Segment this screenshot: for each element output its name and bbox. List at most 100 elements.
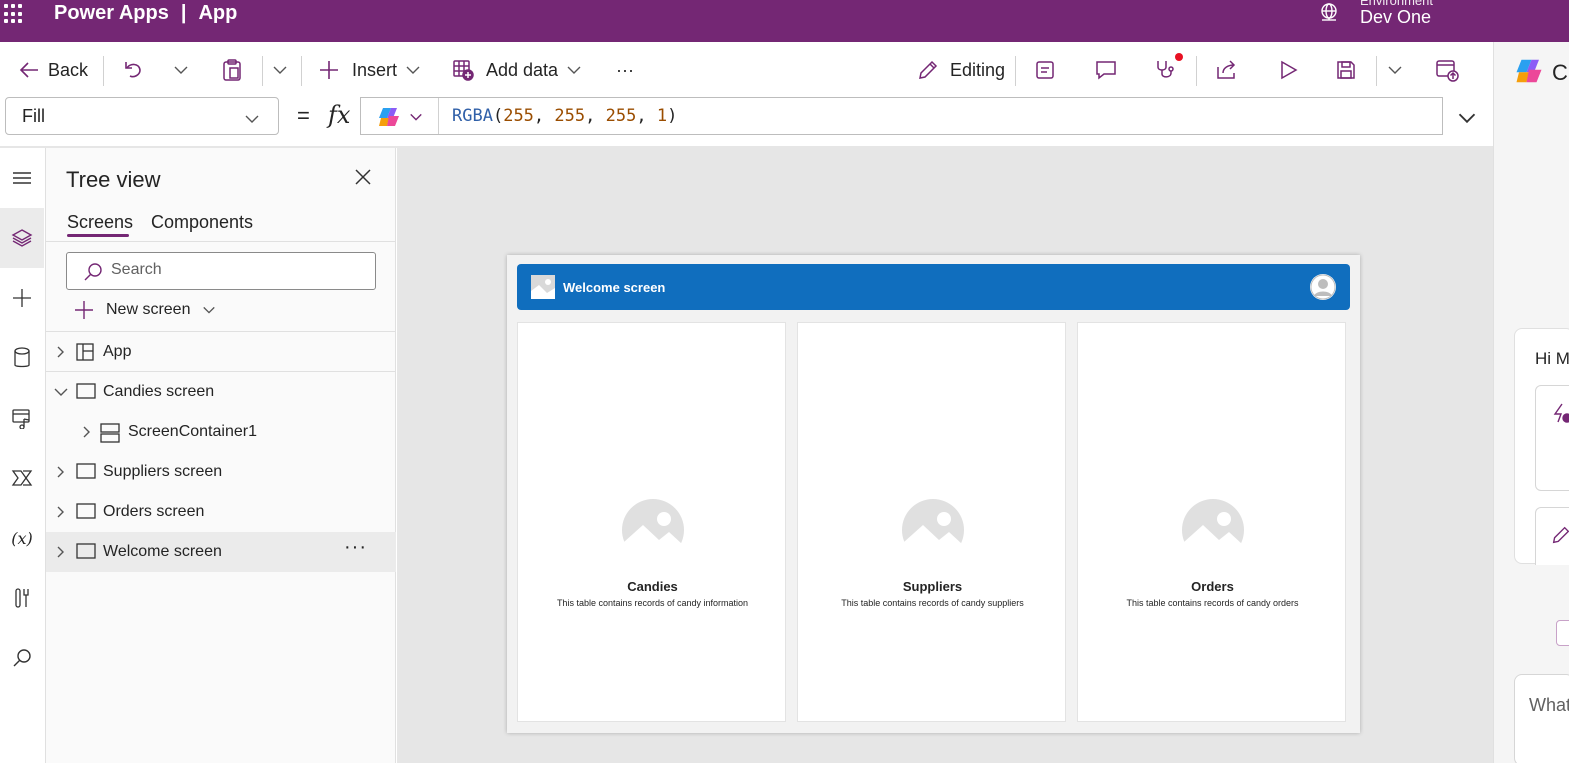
screen-icon <box>76 383 96 399</box>
menu-button[interactable] <box>0 148 44 208</box>
formula-input[interactable]: RGBA(255, 255, 255, 1) <box>360 97 1443 135</box>
separator <box>1376 56 1377 86</box>
tree-item-welcome-screen[interactable]: Welcome screen ··· <box>46 532 396 572</box>
new-screen-button[interactable]: New screen <box>74 300 216 320</box>
avatar[interactable] <box>1310 274 1336 300</box>
card-description: This table contains records of candy sup… <box>841 598 1024 608</box>
notification-dot <box>1175 53 1183 61</box>
chevron-down-icon <box>203 306 216 314</box>
design-canvas[interactable]: Welcome screen Candies This table contai… <box>397 148 1493 763</box>
data-button[interactable] <box>0 328 44 388</box>
image-placeholder-icon <box>1182 499 1244 562</box>
app-launcher-icon[interactable] <box>4 4 24 24</box>
insert-rail-button[interactable] <box>0 268 44 328</box>
tree-view-button[interactable] <box>0 208 44 268</box>
add-data-label: Add data <box>486 59 559 80</box>
formula-arg: 255 <box>503 106 534 126</box>
formula-arg: 255 <box>554 106 586 126</box>
search-icon <box>84 263 102 281</box>
tree-item-orders-screen[interactable]: Orders screen <box>46 492 396 532</box>
paste-dropdown[interactable] <box>272 42 288 98</box>
property-dropdown[interactable]: Fill <box>5 97 279 135</box>
app-title: Power Apps | App <box>54 2 237 25</box>
formula-copilot-button[interactable] <box>361 98 439 134</box>
chevron-right-icon[interactable] <box>54 346 66 358</box>
chevron-right-icon[interactable] <box>54 506 66 518</box>
card-title: Orders <box>1191 579 1234 594</box>
tools-icon <box>15 588 29 608</box>
copilot-title: C <box>1552 60 1568 85</box>
chevron-down-icon[interactable] <box>54 386 68 398</box>
save-button[interactable] <box>1335 42 1357 98</box>
expand-formula-icon[interactable] <box>1457 108 1477 128</box>
more-options-icon[interactable]: ··· <box>344 536 367 559</box>
search-input[interactable] <box>111 261 351 279</box>
stethoscope-icon <box>1157 61 1174 78</box>
app-header[interactable]: Welcome screen <box>517 264 1350 310</box>
paste-button[interactable] <box>221 42 243 98</box>
tree-item-label: ScreenContainer1 <box>128 423 257 440</box>
insert-button[interactable]: Insert <box>318 42 421 98</box>
copilot-icon <box>1516 59 1542 83</box>
undo-button[interactable] <box>122 42 144 98</box>
tree-search-box[interactable] <box>66 252 376 290</box>
copilot-suggestion[interactable] <box>1535 385 1569 491</box>
lightning-add-icon <box>1553 403 1569 423</box>
copilot-input[interactable]: What <box>1514 674 1569 763</box>
comments-button[interactable] <box>1094 42 1118 98</box>
power-automate-button[interactable] <box>0 448 44 508</box>
database-icon <box>14 347 30 368</box>
back-label: Back <box>48 59 89 80</box>
plus-icon <box>13 289 31 307</box>
copilot-chip[interactable] <box>1556 620 1569 646</box>
formula-arg: 1 <box>656 106 668 126</box>
advanced-tools-button[interactable] <box>0 568 44 628</box>
app-name[interactable]: App <box>198 2 237 25</box>
tree-item-suppliers-screen[interactable]: Suppliers screen <box>46 452 396 492</box>
close-icon[interactable] <box>354 168 372 186</box>
chevron-right-icon[interactable] <box>54 466 66 478</box>
app-checker-notes-button[interactable] <box>1034 42 1056 98</box>
more-icon: ··· <box>616 59 634 80</box>
fx-icon[interactable]: fx <box>328 101 350 129</box>
image-placeholder-icon[interactable] <box>531 275 555 299</box>
tab-screens[interactable]: Screens <box>67 212 133 233</box>
save-icon <box>1337 61 1355 79</box>
card-candies[interactable]: Candies This table contains records of c… <box>517 322 786 722</box>
header-title: Welcome screen <box>563 280 666 295</box>
undo-dropdown[interactable] <box>173 42 189 98</box>
search-rail-button[interactable] <box>0 628 44 688</box>
separator <box>103 56 104 86</box>
chevron-down-icon <box>273 66 287 74</box>
card-suppliers[interactable]: Suppliers This table contains records of… <box>797 322 1066 722</box>
tree-item-screencontainer1[interactable]: ScreenContainer1 <box>46 412 396 452</box>
chevron-down-icon <box>1388 66 1402 74</box>
screen-icon <box>76 503 96 519</box>
tree-item-app[interactable]: App <box>46 332 396 372</box>
add-data-button[interactable]: Add data <box>452 42 582 98</box>
welcome-screen-preview[interactable]: Welcome screen Candies This table contai… <box>507 255 1360 733</box>
card-orders[interactable]: Orders This table contains records of ca… <box>1077 322 1346 722</box>
chevron-down-icon <box>567 66 581 74</box>
tab-components[interactable]: Components <box>151 212 253 233</box>
product-name: Power Apps <box>54 2 169 24</box>
variables-button[interactable]: (𝑥) <box>0 508 44 568</box>
tree-item-candies-screen[interactable]: Candies screen <box>46 372 396 412</box>
chevron-down-icon <box>174 66 188 74</box>
user-icon <box>1310 274 1336 300</box>
app-checker-button[interactable] <box>1154 42 1178 98</box>
back-button[interactable]: Back <box>18 42 88 98</box>
preview-play-button[interactable] <box>1277 42 1299 98</box>
card-title: Candies <box>627 579 678 594</box>
publish-button[interactable] <box>1435 42 1459 98</box>
chevron-right-icon[interactable] <box>54 546 66 558</box>
copilot-suggestion[interactable] <box>1535 507 1569 565</box>
editing-mode-button[interactable]: Editing <box>916 42 1005 98</box>
search-icon <box>13 649 31 667</box>
media-button[interactable] <box>0 388 44 448</box>
chevron-right-icon[interactable] <box>80 426 92 438</box>
save-dropdown[interactable] <box>1387 42 1403 98</box>
share-button[interactable] <box>1215 42 1239 98</box>
more-commands-button[interactable]: ··· <box>616 42 634 98</box>
copilot-welcome-card: Hi M <box>1514 328 1569 565</box>
